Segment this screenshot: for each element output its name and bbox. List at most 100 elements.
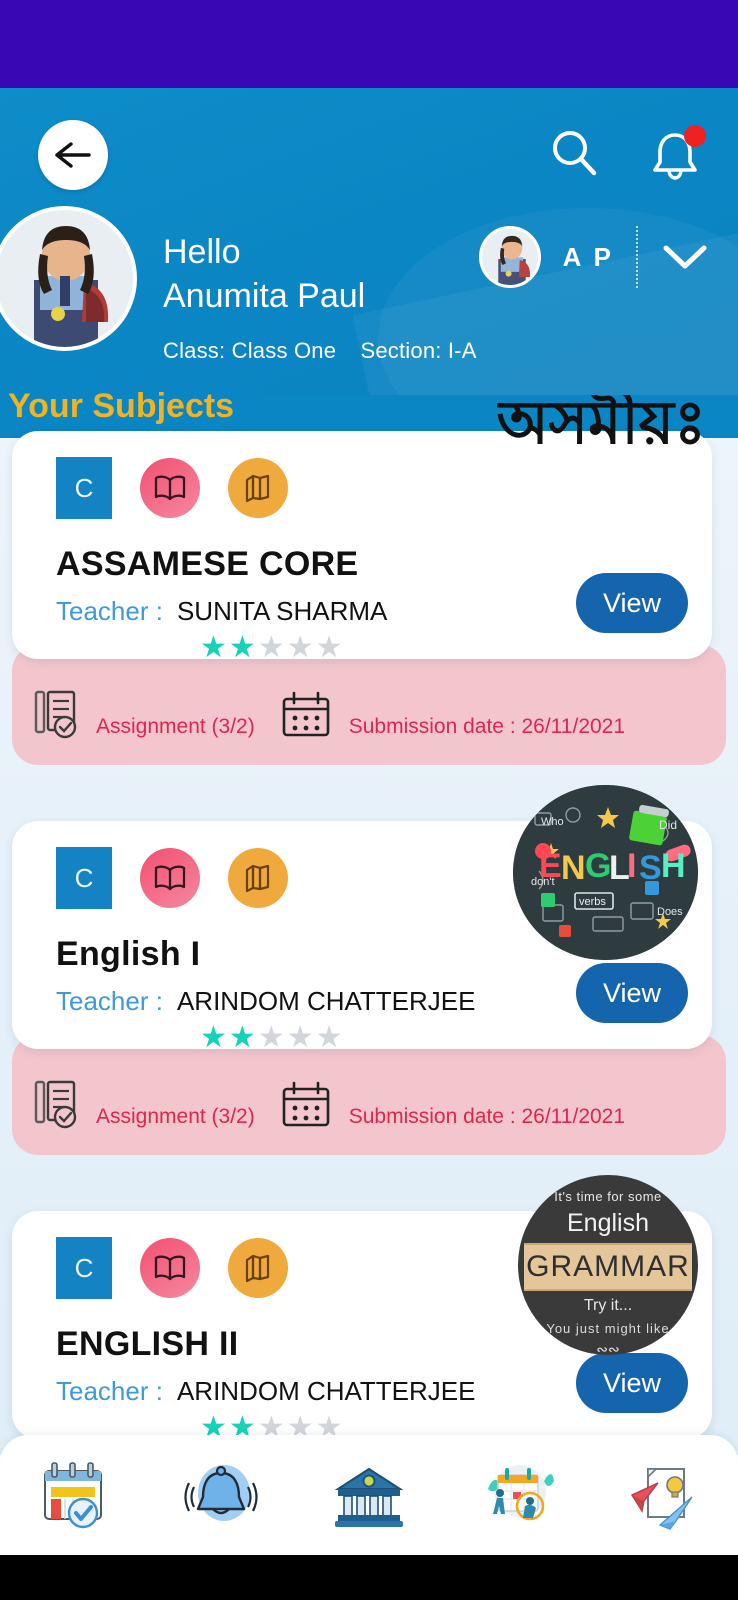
notification-badge [684,125,706,147]
profile-switcher[interactable]: A P [478,226,710,288]
switcher-initials: A P [562,241,614,272]
star-4[interactable]: ★ [287,1023,314,1053]
open-book-icon [140,1238,200,1298]
open-book-icon [140,848,200,908]
svg-text:Who: Who [541,816,564,828]
submission-date: Submission date : 26/11/2021 [348,1105,626,1128]
nav-item-messages[interactable] [609,1452,719,1538]
teacher-name: ARINDOM CHATTERJEE [176,1376,476,1406]
subject-group-1: অসমীয়ঃ Assignment (3/2) Submission date… [0,395,738,765]
svg-text:Did: Did [659,818,677,832]
assignment-count: Assignment (3/2) [96,715,255,738]
system-home-bar [0,1555,738,1600]
subject-card[interactable]: C ASSAMESE CORE Teacher : SUNITA SHARMA … [12,431,712,663]
open-book-icon [140,458,200,518]
svg-text:verbs: verbs [579,896,606,908]
search-button[interactable] [546,125,602,186]
notification-button[interactable] [646,125,706,184]
svg-text:N: N [561,849,586,887]
grade-badge: C [56,457,112,519]
star-2[interactable]: ★ [229,1023,256,1053]
svg-text:I: I [627,847,636,885]
section-title: Your Subjects [8,387,235,425]
svg-text:Does: Does [657,906,683,918]
badge-sub-text: English [567,1209,649,1237]
status-bar [0,0,738,88]
view-button[interactable]: View [576,963,688,1023]
calendar-icon [282,1081,330,1127]
avatar[interactable] [0,206,137,351]
view-button[interactable]: View [576,1353,688,1413]
app-header: Hello Anumita Paul Class: Class One Sect… [0,88,738,438]
subject-badge-english: verbs Did don't Does Who E N G L I S H [513,785,698,960]
view-button[interactable]: View [576,573,688,633]
student-photo-small-icon [481,229,538,285]
card-icon-row: C [56,457,712,519]
star-1[interactable]: ★ [200,1023,227,1053]
subject-group-2: verbs Did don't Does Who E N G L I S H A… [0,785,738,1155]
english-doodle-icon: verbs Did don't Does Who E N G L I S H [513,785,698,960]
calendar-check-icon [43,1462,102,1529]
badge-swirl-icon: ∾∾ [596,1341,620,1355]
rating-stars[interactable]: ★ ★ ★ ★ ★ [200,1023,712,1053]
svg-text:S: S [639,849,662,887]
subject-badge-grammar: It's time for some English GRAMMAR Try i… [518,1175,698,1355]
star-3[interactable]: ★ [258,1023,285,1053]
star-2[interactable]: ★ [229,633,256,663]
nav-item-notice[interactable] [166,1452,276,1538]
svg-text:E: E [539,847,562,885]
class-label: Class: Class One [163,338,337,363]
switcher-avatar [478,226,541,288]
assignment-count: Assignment (3/2) [96,1105,255,1128]
greeting-text: Hello [163,233,241,271]
nav-item-institution[interactable] [314,1452,424,1538]
subjects-list[interactable]: অসমীয়ঃ Assignment (3/2) Submission date… [0,395,738,1455]
back-button[interactable] [38,120,108,190]
teacher-name: SUNITA SHARMA [176,596,388,626]
badge-main-text: GRAMMAR [524,1243,692,1291]
section-label: Section: I-A [360,338,477,363]
top-bar [0,110,738,200]
assignment-icon [34,690,77,739]
subject-badge-assamese: অসমীয়ঃ [496,395,706,453]
greeting-block: Hello Anumita Paul [163,230,365,318]
institution-icon [334,1467,404,1527]
top-bar-actions [546,125,706,186]
stacked-books-icon [228,458,288,518]
assignment-bar[interactable]: Assignment (3/2) Submission date : 26/11… [12,645,726,765]
bottom-navigation [0,1435,738,1555]
star-4[interactable]: ★ [287,633,314,663]
switcher-divider [636,226,638,288]
bell-ring-icon [184,1465,258,1521]
star-3[interactable]: ★ [258,633,285,663]
class-section-line: Class: Class One Section: I-A [163,338,495,364]
student-name: Anumita Paul [163,277,366,316]
star-1[interactable]: ★ [200,633,227,663]
rating-stars[interactable]: ★ ★ ★ ★ ★ [200,633,712,663]
teacher-label: Teacher : [56,596,163,626]
svg-text:G: G [585,847,611,885]
badge-like-text: You just might like [546,1321,670,1336]
student-photo-icon [0,210,133,347]
search-icon [553,130,597,175]
stacked-books-icon [228,1238,288,1298]
nav-item-calendar[interactable] [19,1452,129,1538]
teacher-label: Teacher : [56,1376,163,1406]
submission-date: Submission date : 26/11/2021 [348,715,626,738]
teacher-name: ARINDOM CHATTERJEE [176,986,476,1016]
star-5[interactable]: ★ [316,1023,343,1053]
assignment-bar[interactable]: Assignment (3/2) Submission date : 26/11… [12,1035,726,1155]
grade-badge: C [56,1237,112,1299]
schedule-people-icon [487,1465,554,1521]
chevron-down-icon[interactable] [660,240,710,274]
star-5[interactable]: ★ [316,633,343,663]
calendar-icon [282,691,330,737]
nav-item-schedule[interactable] [462,1452,572,1538]
profile-section: Hello Anumita Paul Class: Class One Sect… [0,206,738,402]
subject-group-3: It's time for some English GRAMMAR Try i… [0,1175,738,1455]
badge-top-text: It's time for some [554,1189,662,1204]
grade-badge: C [56,847,112,909]
stacked-books-icon [228,848,288,908]
arrow-left-icon [55,142,91,168]
svg-text:H: H [661,847,686,885]
